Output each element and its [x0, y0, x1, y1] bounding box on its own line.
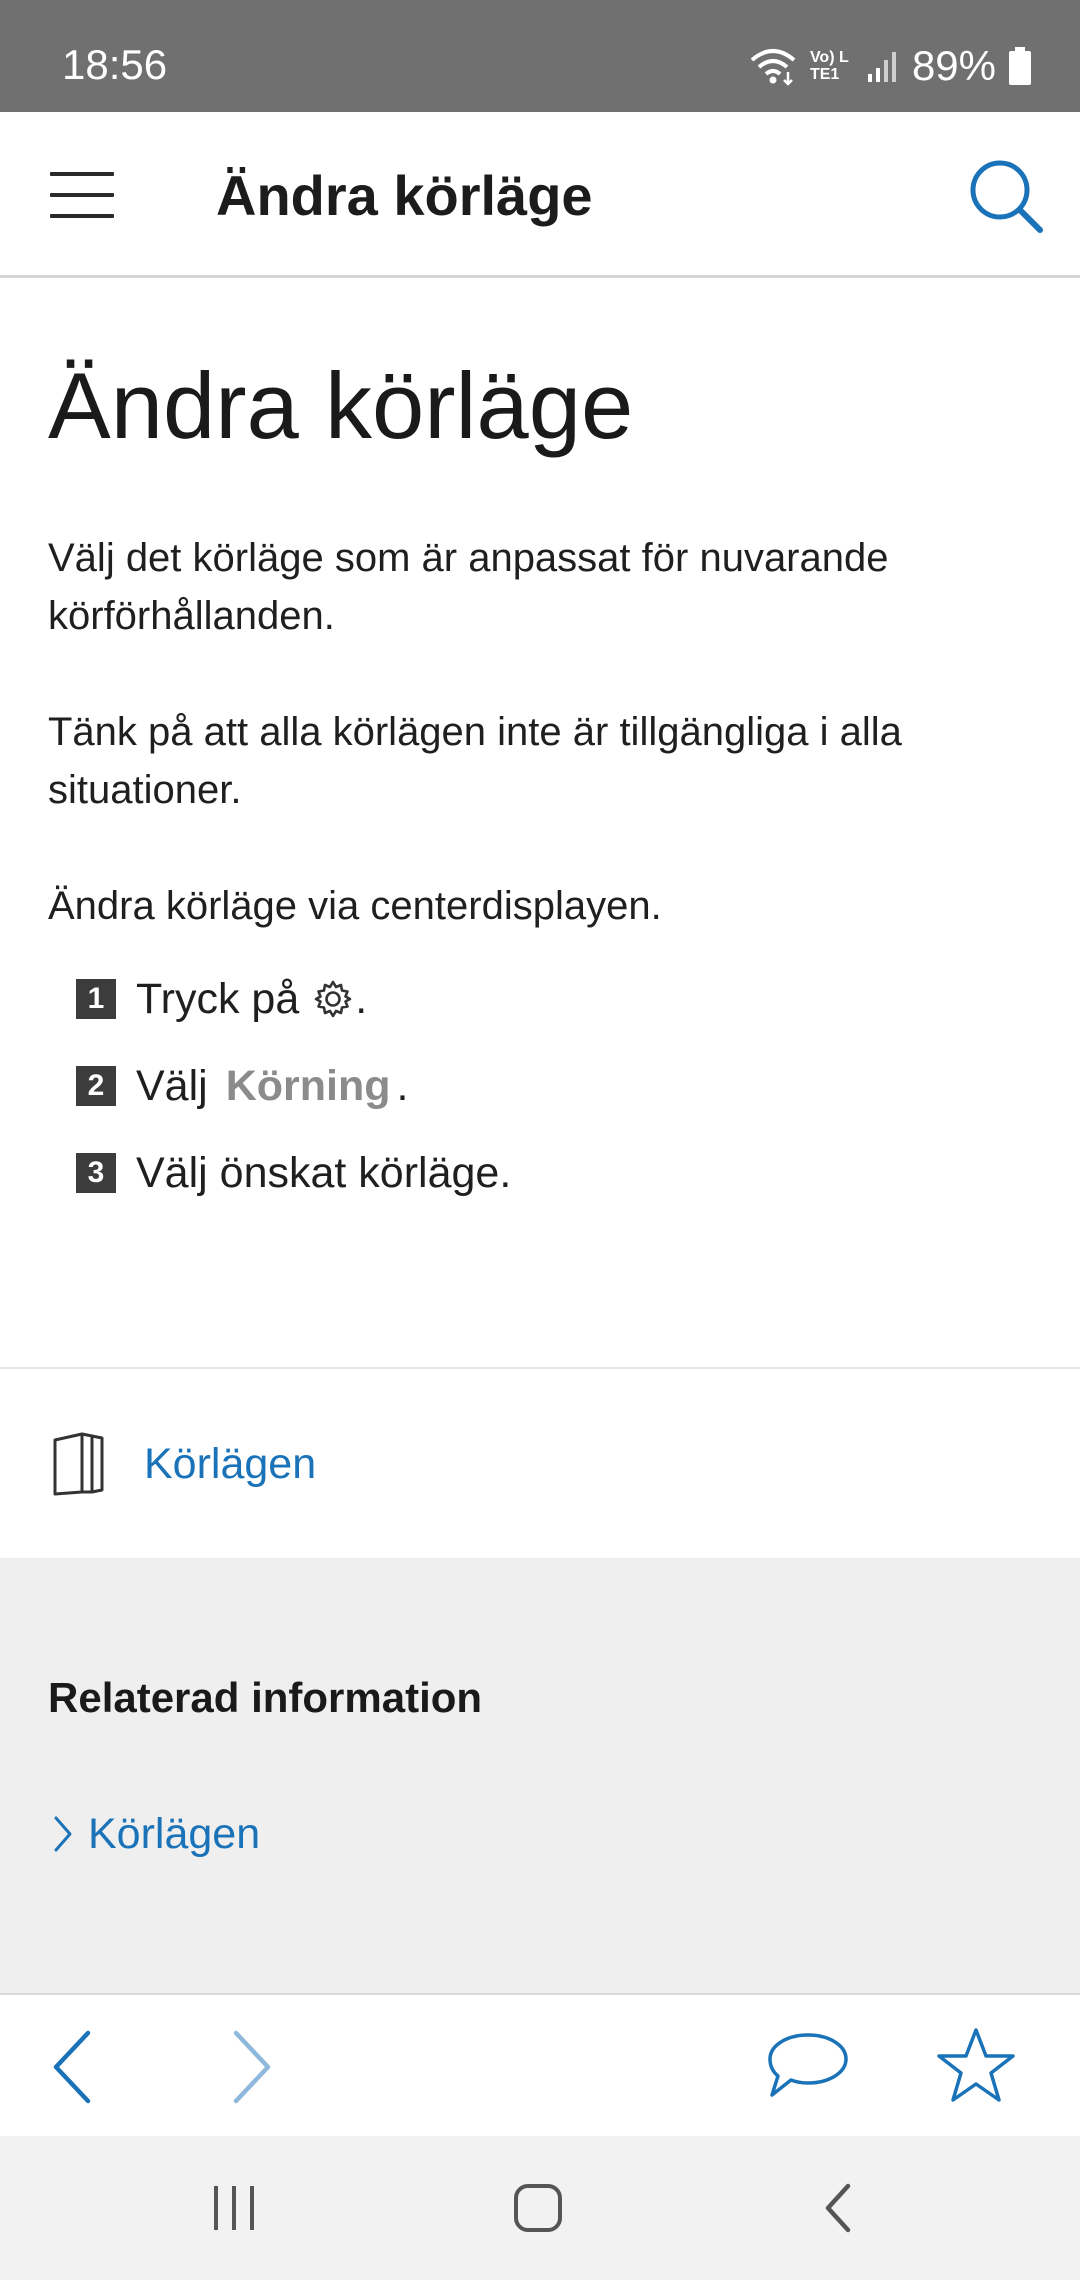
battery-icon [1009, 47, 1031, 85]
step-3: 3 Välj önskat körläge. [76, 1143, 511, 1203]
manual-link-korlagen[interactable]: Körlägen [0, 1370, 1080, 1558]
manual-link-label[interactable]: Körlägen [144, 1438, 316, 1490]
page-title: Ändra körläge [48, 353, 634, 458]
instruction-paragraph: Ändra körläge via centerdisplayen. [48, 884, 662, 928]
forward-arrow-icon[interactable] [226, 2029, 278, 2105]
status-indicators: Vo) LTE1 89% [748, 38, 1032, 94]
app-bar-title: Ändra körläge [216, 164, 593, 227]
wifi-icon [750, 49, 796, 86]
signal-icon [867, 52, 896, 82]
gear-icon [314, 980, 352, 1018]
related-link-label[interactable]: Körlägen [88, 1810, 260, 1859]
bottom-toolbar [0, 1993, 1080, 2136]
step-number: 2 [76, 1066, 116, 1106]
step-number: 1 [76, 979, 116, 1019]
battery-percentage: 89% [911, 42, 996, 89]
system-back-icon[interactable] [816, 2180, 860, 2236]
step-text: Välj önskat körläge. [136, 1148, 512, 1197]
book-icon [53, 1432, 104, 1496]
section-divider [0, 1367, 1080, 1369]
step-text: Tryck på [136, 974, 300, 1023]
feedback-chat-icon[interactable] [764, 2029, 852, 2105]
step-suffix: . [355, 974, 368, 1023]
home-icon[interactable] [512, 2182, 566, 2236]
back-arrow-icon[interactable] [46, 2029, 98, 2105]
favorite-star-icon[interactable] [937, 2028, 1015, 2102]
related-information-section: Relaterad information Körlägen [0, 1558, 1080, 1993]
app-bar: Ändra körläge [0, 112, 1080, 278]
step-text: Välj [136, 1061, 208, 1110]
related-heading: Relaterad information [48, 1674, 483, 1721]
search-icon[interactable] [966, 156, 1046, 236]
related-link-korlagen[interactable]: Körlägen [50, 1806, 260, 1862]
step-emphasis: Körning [225, 1061, 391, 1110]
step-suffix: . [396, 1061, 409, 1110]
chevron-right-icon [54, 1816, 72, 1852]
system-navigation-bar [0, 2136, 1080, 2280]
recent-apps-icon[interactable] [210, 2182, 258, 2234]
step-number: 3 [76, 1153, 116, 1193]
hamburger-menu-icon[interactable] [46, 162, 118, 228]
lte-indicator: Vo) LTE1 [809, 49, 849, 83]
step-2: 2 Välj Körning . [76, 1056, 408, 1116]
intro-paragraph: Välj det körläge som är anpassat för nuv… [48, 536, 889, 638]
availability-paragraph: Tänk på att alla körlägen inte är tillgä… [48, 710, 902, 812]
status-bar: 18:56 Vo) LTE1 89% [0, 0, 1080, 112]
status-time: 18:56 [62, 41, 168, 88]
step-1: 1 Tryck på . [76, 969, 367, 1029]
